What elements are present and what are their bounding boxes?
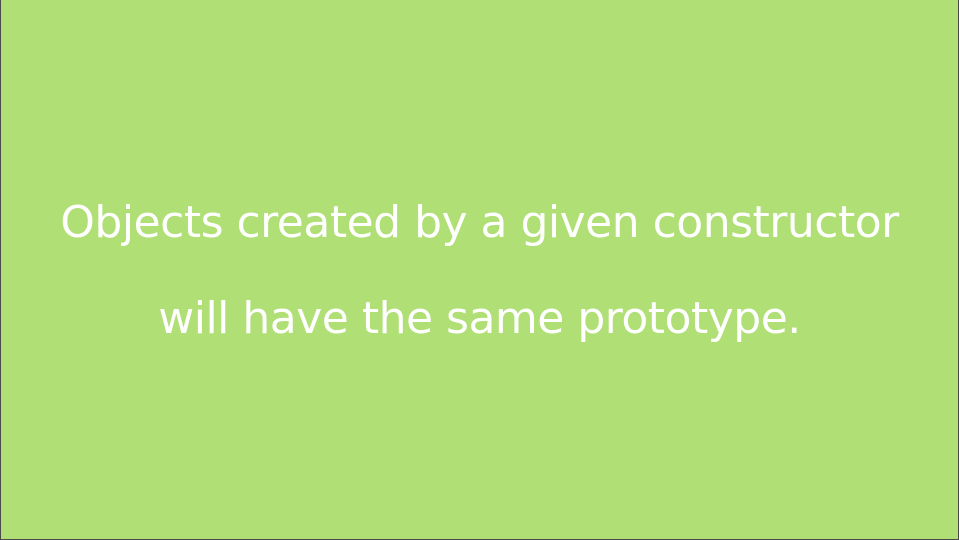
slide-text-line-1: Objects created by a given constructor xyxy=(60,197,899,248)
slide-text-line-2: will have the same prototype. xyxy=(158,293,801,344)
slide-canvas: Objects created by a given constructor w… xyxy=(1,0,958,539)
